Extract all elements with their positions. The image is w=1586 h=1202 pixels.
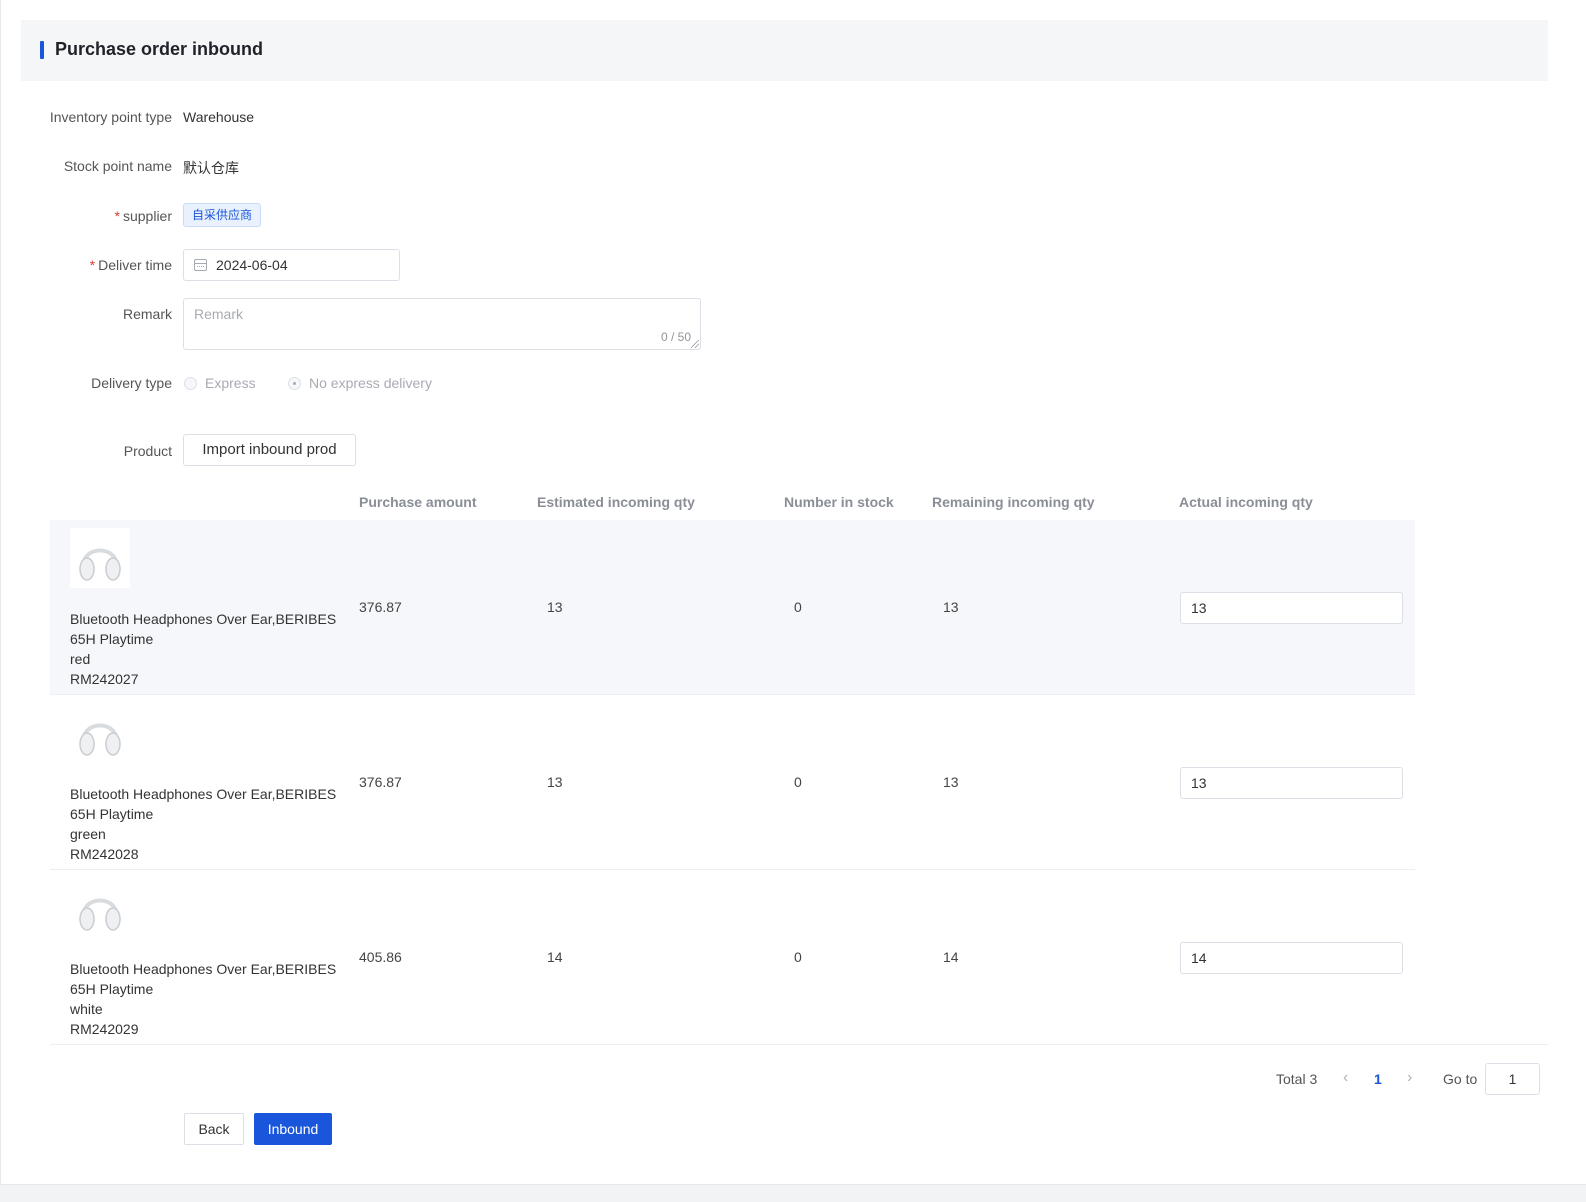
purchase-amount: 405.86 <box>359 949 402 965</box>
remark-label: Remark <box>122 306 172 322</box>
estimated-incoming-qty: 14 <box>547 949 563 965</box>
page-header: Purchase order inbound <box>21 20 1548 81</box>
product-thumbnail <box>70 528 130 588</box>
delivery-type-label: Delivery type <box>91 375 172 391</box>
estimated-incoming-qty: 13 <box>547 774 563 790</box>
radio-no-express-delivery-label[interactable]: No express delivery <box>309 375 432 391</box>
column-header-actual-incoming-qty: Actual incoming qty <box>1179 494 1313 510</box>
number-in-stock: 0 <box>794 774 802 790</box>
inbound-button[interactable]: Inbound <box>254 1113 332 1145</box>
title-accent-bar <box>40 41 44 59</box>
actual-incoming-qty-input[interactable]: 13 <box>1180 592 1403 624</box>
product-name: Bluetooth Headphones Over Ear,BERIBES 65… <box>70 611 337 647</box>
radio-express-label[interactable]: Express <box>205 375 256 391</box>
number-in-stock: 0 <box>794 949 802 965</box>
deliver-time-label-text: Deliver time <box>98 257 172 273</box>
pagination-goto-input[interactable]: 1 <box>1485 1063 1540 1095</box>
table-row: Bluetooth Headphones Over Ear,BERIBES 65… <box>50 870 1548 1045</box>
headphones-icon <box>70 878 130 938</box>
back-button[interactable]: Back <box>184 1113 244 1145</box>
stock-point-name-label: Stock point name <box>63 158 172 174</box>
stock-point-name-value: 默认仓库 <box>183 160 239 176</box>
pagination-total: Total 3 <box>1276 1071 1318 1087</box>
number-in-stock: 0 <box>794 599 802 615</box>
required-mark: * <box>89 257 96 273</box>
product-color: green <box>70 826 106 842</box>
remaining-incoming-qty: 13 <box>943 599 959 615</box>
actual-incoming-qty-input[interactable]: 13 <box>1180 767 1403 799</box>
actual-incoming-qty-input[interactable]: 14 <box>1180 942 1403 974</box>
product-sku: RM242029 <box>70 1021 139 1037</box>
purchase-amount: 376.87 <box>359 774 402 790</box>
remaining-incoming-qty: 13 <box>943 774 959 790</box>
chevron-right-icon[interactable]: › <box>1407 1069 1412 1101</box>
column-header-estimated-incoming-qty: Estimated incoming qty <box>537 494 695 510</box>
deliver-time-datepicker[interactable]: 2024-06-04 <box>183 249 400 281</box>
product-label: Product <box>123 443 172 459</box>
headphones-icon <box>70 528 130 588</box>
product-color: white <box>70 1001 103 1017</box>
page-frame-bottom <box>0 1184 1586 1202</box>
remark-char-count: 0 / 50 <box>660 330 691 344</box>
supplier-label-text: supplier <box>122 208 172 224</box>
product-info: Bluetooth Headphones Over Ear,BERIBES 65… <box>70 609 340 689</box>
inventory-point-type-value: Warehouse <box>183 109 255 125</box>
column-header-purchase-amount: Purchase amount <box>359 494 477 510</box>
product-thumbnail <box>70 878 130 938</box>
radio-express[interactable] <box>184 377 197 390</box>
remark-textarea[interactable]: Remark 0 / 50 <box>183 298 701 350</box>
pagination-goto-label: Go to <box>1443 1071 1478 1087</box>
deliver-time-label: * Deliver time <box>90 257 172 273</box>
headphones-icon <box>70 703 130 763</box>
product-name: Bluetooth Headphones Over Ear,BERIBES 65… <box>70 961 337 997</box>
chevron-left-icon[interactable]: ‹ <box>1343 1069 1348 1101</box>
purchase-amount: 376.87 <box>359 599 402 615</box>
pagination-page-1[interactable]: 1 <box>1374 1071 1382 1103</box>
column-header-remaining-incoming-qty: Remaining incoming qty <box>932 494 1095 510</box>
product-info: Bluetooth Headphones Over Ear,BERIBES 65… <box>70 784 340 864</box>
supplier-tag: 自采供应商 <box>183 203 262 227</box>
product-name: Bluetooth Headphones Over Ear,BERIBES 65… <box>70 786 337 822</box>
table-row: Bluetooth Headphones Over Ear,BERIBES 65… <box>50 695 1415 870</box>
required-mark: * <box>114 208 120 224</box>
estimated-incoming-qty: 13 <box>547 599 563 615</box>
product-info: Bluetooth Headphones Over Ear,BERIBES 65… <box>70 959 340 1039</box>
column-header-number-in-stock: Number in stock <box>784 494 894 510</box>
product-sku: RM242027 <box>70 671 139 687</box>
remaining-incoming-qty: 14 <box>943 949 959 965</box>
table-row: Bluetooth Headphones Over Ear,BERIBES 65… <box>50 520 1415 695</box>
page-frame-left <box>0 0 1 1185</box>
inventory-point-type-label: Inventory point type <box>49 109 172 125</box>
calendar-icon <box>194 259 207 271</box>
product-sku: RM242028 <box>70 846 139 862</box>
supplier-label: * supplier <box>115 208 172 224</box>
product-color: red <box>70 651 91 667</box>
resize-handle-icon[interactable] <box>691 340 699 348</box>
remark-placeholder: Remark <box>194 306 244 322</box>
import-inbound-product-button[interactable]: Import inbound prod <box>183 434 356 466</box>
radio-no-express-delivery[interactable] <box>288 377 301 390</box>
page-title: Purchase order inbound <box>55 39 264 59</box>
deliver-time-value: 2024-06-04 <box>216 257 288 273</box>
product-thumbnail <box>70 703 130 763</box>
